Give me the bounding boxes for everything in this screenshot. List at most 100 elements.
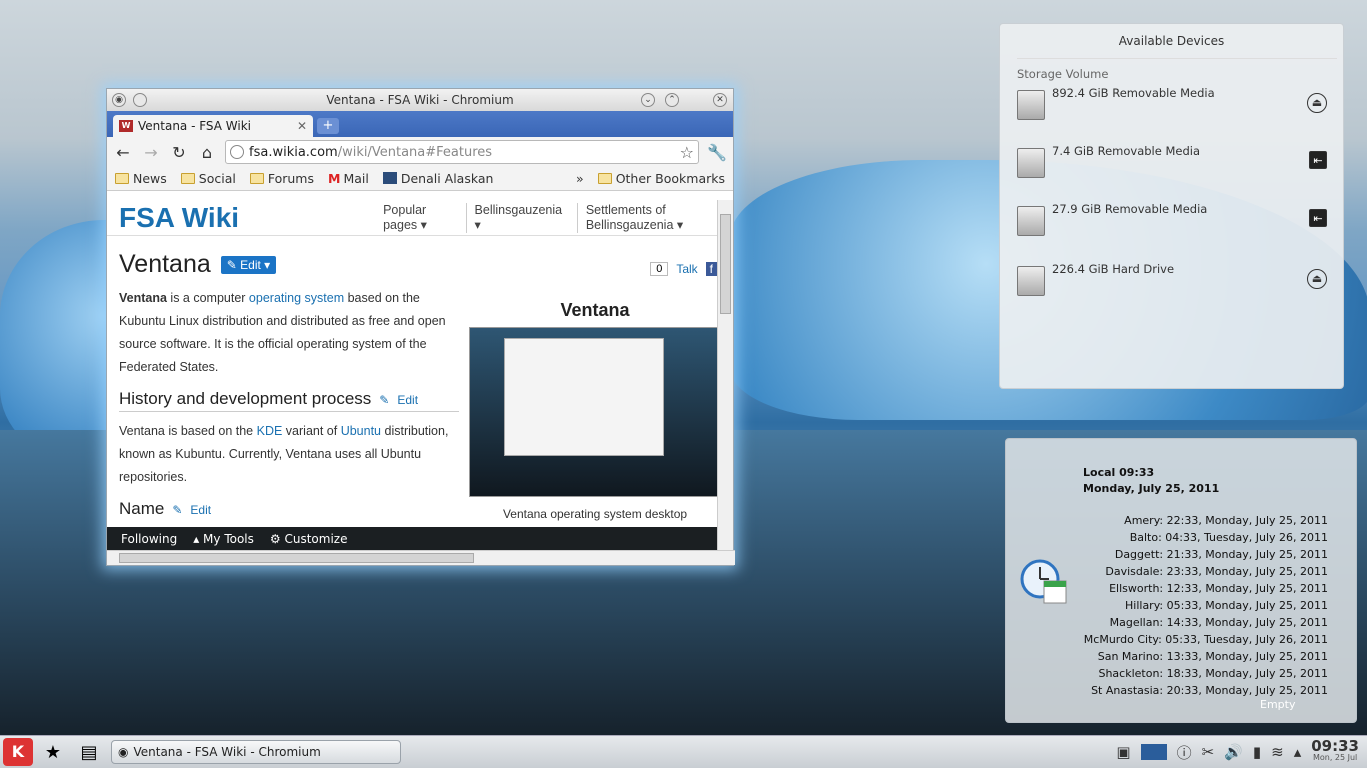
- eject-icon[interactable]: ⏏: [1307, 269, 1327, 289]
- device-item[interactable]: 27.9 GiB Removable Media ⇤: [1017, 202, 1327, 242]
- bookmark-other[interactable]: Other Bookmarks: [597, 171, 725, 186]
- world-clock-widget: Local 09:33 Monday, July 25, 2011 Amery:…: [1005, 438, 1357, 723]
- timezone-row: McMurdo City: 05:33, Tuesday, July 26, 2…: [1083, 633, 1328, 646]
- unmount-icon[interactable]: ⇤: [1309, 209, 1327, 227]
- nested-browser-thumbnail: [504, 338, 664, 456]
- home-icon[interactable]: ⌂: [197, 143, 217, 162]
- device-notifier-tray-icon[interactable]: ▣: [1116, 743, 1130, 761]
- bookmark-news[interactable]: News: [115, 171, 167, 186]
- link-operating-system[interactable]: operating system: [249, 291, 344, 305]
- tab-strip: W Ventana - FSA Wiki ✕ +: [107, 111, 733, 137]
- timezone-row: Ellsworth: 12:33, Monday, July 25, 2011: [1109, 582, 1328, 595]
- timezone-row: Amery: 22:33, Monday, July 25, 2011: [1124, 514, 1328, 527]
- vertical-scrollbar[interactable]: [717, 200, 733, 552]
- window-titlebar[interactable]: ◉ Ventana - FSA Wiki - Chromium ⌄ ⌃ ✕: [107, 89, 733, 111]
- eject-icon[interactable]: ⏏: [1307, 93, 1327, 113]
- clipboard-icon[interactable]: ▮: [1253, 743, 1261, 761]
- horizontal-scroll-thumb[interactable]: [119, 553, 474, 563]
- edit-button[interactable]: ✎ Edit ▾: [220, 255, 277, 274]
- mytools-button[interactable]: ▴ My Tools: [193, 532, 254, 546]
- infobox-title: Ventana: [560, 300, 630, 320]
- device-name: 7.4 GiB Removable Media: [1052, 144, 1201, 158]
- globe-icon: [230, 145, 244, 159]
- browser-window: ◉ Ventana - FSA Wiki - Chromium ⌄ ⌃ ✕ W …: [106, 88, 735, 566]
- talk-count: 0: [650, 262, 669, 276]
- talk-link[interactable]: Talk: [676, 262, 697, 276]
- section-edit-link[interactable]: ✎ Edit: [379, 393, 418, 407]
- article-title: Ventana: [119, 250, 211, 278]
- device-name: 892.4 GiB Removable Media: [1052, 86, 1215, 100]
- section-edit-link[interactable]: ✎ Edit: [172, 503, 211, 517]
- bookmark-denali-alaskan[interactable]: Denali Alaskan: [382, 171, 493, 186]
- device-item[interactable]: 892.4 GiB Removable Media ⏏: [1017, 86, 1327, 126]
- horizontal-scrollbar[interactable]: [107, 550, 735, 565]
- clock-calendar-icon: [1020, 559, 1067, 604]
- tab-ventana[interactable]: W Ventana - FSA Wiki ✕: [113, 115, 313, 137]
- bookmark-mail[interactable]: M Mail: [328, 171, 369, 186]
- bookmark-social[interactable]: Social: [180, 171, 236, 186]
- desktop-thumbnail-icon[interactable]: [1140, 744, 1167, 760]
- usb-drive-icon: [1017, 148, 1045, 178]
- info-icon[interactable]: ⓘ: [1177, 742, 1192, 763]
- timezone-row: Balto: 04:33, Tuesday, July 26, 2011: [1129, 531, 1328, 544]
- wiki-logo[interactable]: FSA Wiki: [119, 202, 375, 234]
- bookmarks-overflow-icon[interactable]: »: [576, 171, 584, 186]
- storage-volume-label: Storage Volume: [1017, 58, 1337, 81]
- maximize-icon[interactable]: ⌃: [665, 93, 679, 107]
- customize-button[interactable]: ⚙ Customize: [270, 532, 348, 546]
- unmount-icon[interactable]: ⇤: [1309, 151, 1327, 169]
- facebook-icon[interactable]: f: [705, 262, 717, 276]
- vertical-scroll-thumb[interactable]: [720, 214, 731, 314]
- drive-icon: [1017, 90, 1045, 120]
- back-icon[interactable]: ←: [113, 143, 133, 162]
- nav-popular-pages[interactable]: Popular pages ▾: [375, 202, 467, 233]
- minimize-icon[interactable]: ⌄: [641, 93, 655, 107]
- url-domain: fsa.wikia.com: [249, 144, 338, 160]
- timezone-row: Shackleton: 18:33, Monday, July 25, 2011: [1098, 667, 1328, 680]
- new-tab-button[interactable]: +: [317, 118, 339, 134]
- desktop-pager-icon[interactable]: ▤: [73, 738, 105, 766]
- drive-icon: [1017, 206, 1045, 236]
- nav-settlements[interactable]: Settlements of Bellinsgauzenia ▾: [578, 203, 707, 233]
- timezone-row: Daggett: 21:33, Monday, July 25, 2011: [1114, 548, 1328, 561]
- window-title: Ventana - FSA Wiki - Chromium: [326, 93, 514, 107]
- taskbar: K ★ ▤ ◉ Ventana - FSA Wiki - Chromium ▣ …: [0, 735, 1367, 768]
- link-ubuntu[interactable]: Ubuntu: [341, 424, 381, 438]
- volume-icon[interactable]: 🔊: [1224, 743, 1243, 761]
- scissors-icon[interactable]: ✂: [1202, 743, 1215, 761]
- folder-icon: [180, 173, 195, 184]
- bookmarks-bar: News Social Forums M Mail Denali Alaskan …: [107, 167, 733, 191]
- address-bar[interactable]: fsa.wikia.com/wiki/Ventana#Features ☆: [225, 140, 699, 164]
- timezone-row: Magellan: 14:33, Monday, July 25, 2011: [1109, 616, 1328, 629]
- taskbar-clock[interactable]: 09:33 Mon, 25 Jul: [1311, 739, 1359, 764]
- talk-area: 0 Talk f: [650, 262, 717, 276]
- article-body: Ventana ✎ Edit ▾ Ventana is a computer o…: [119, 250, 459, 521]
- forward-icon[interactable]: →: [141, 143, 161, 162]
- bookmark-star-icon[interactable]: ☆: [680, 143, 694, 162]
- timezone-list: Amery: 22:33, Monday, July 25, 2011 Balt…: [1084, 512, 1328, 699]
- infobox-screenshot-image[interactable]: [469, 327, 719, 497]
- tab-close-icon[interactable]: ✕: [297, 119, 307, 133]
- close-icon[interactable]: ✕: [713, 93, 727, 107]
- device-item[interactable]: 7.4 GiB Removable Media ⇤: [1017, 144, 1327, 184]
- local-time: Local 09:33 Monday, July 25, 2011: [1083, 466, 1220, 495]
- favorites-star-icon[interactable]: ★: [37, 738, 69, 766]
- wrench-icon[interactable]: 🔧: [707, 143, 727, 162]
- infobox: Ventana Ventana operating system desktop: [469, 300, 719, 521]
- device-notifier-widget: Available Devices Storage Volume 892.4 G…: [999, 23, 1344, 389]
- hard-drive-icon: [1017, 266, 1045, 296]
- bookmark-forums[interactable]: Forums: [249, 171, 314, 186]
- wifi-icon[interactable]: ≋: [1271, 743, 1284, 761]
- following-button[interactable]: Following: [121, 532, 177, 546]
- folder-icon: [597, 173, 612, 184]
- folder-icon: [249, 173, 264, 184]
- history-paragraph: Ventana is based on the KDE variant of U…: [119, 424, 449, 484]
- kde-menu-icon[interactable]: K: [3, 738, 33, 766]
- tray-expand-icon[interactable]: ▴: [1294, 743, 1302, 761]
- link-kde[interactable]: KDE: [257, 424, 283, 438]
- site-icon: [382, 172, 397, 184]
- reload-icon[interactable]: ↻: [169, 143, 189, 162]
- device-item[interactable]: 226.4 GiB Hard Drive ⏏: [1017, 262, 1327, 302]
- taskbar-task-chromium[interactable]: ◉ Ventana - FSA Wiki - Chromium: [111, 740, 401, 764]
- nav-bellinsgauzenia[interactable]: Bellinsgauzenia ▾: [467, 202, 578, 233]
